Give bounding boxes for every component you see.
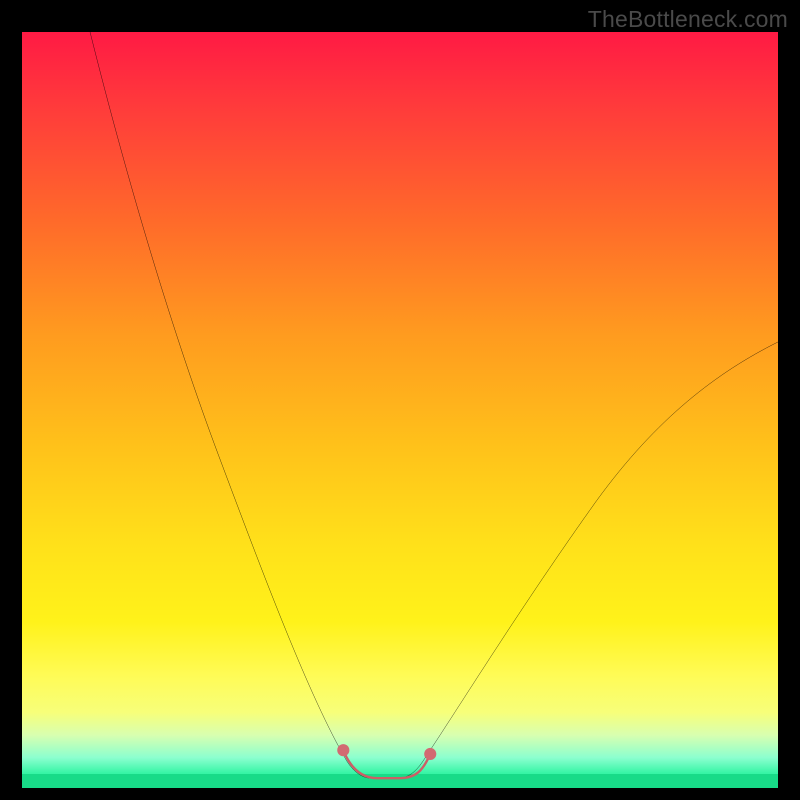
optimal-zone-dot-right xyxy=(424,748,436,760)
plot-area xyxy=(22,32,778,788)
optimal-zone-marker xyxy=(343,750,430,778)
optimal-zone-dot-left xyxy=(337,744,349,756)
bottleneck-curve-svg xyxy=(22,32,778,788)
bottleneck-curve xyxy=(90,32,778,778)
chart-frame: TheBottleneck.com xyxy=(0,0,800,800)
watermark-text: TheBottleneck.com xyxy=(588,6,788,33)
